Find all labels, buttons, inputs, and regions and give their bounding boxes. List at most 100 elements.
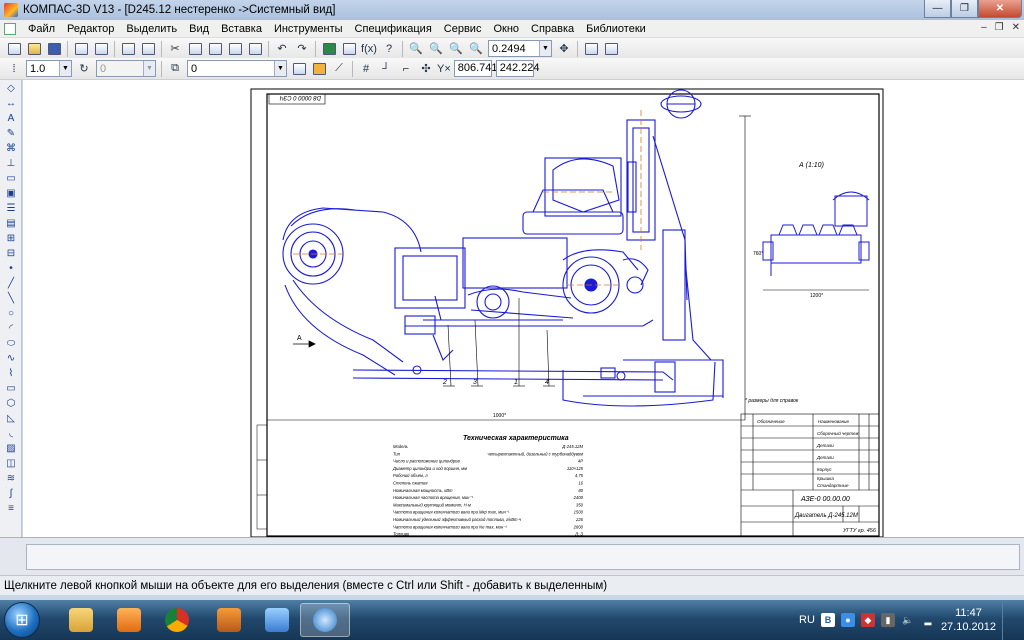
refresh-icon[interactable] xyxy=(602,40,620,58)
zoom-window-icon[interactable]: 🔍 xyxy=(407,40,425,58)
chevron-down-icon[interactable]: ▼ xyxy=(59,61,71,76)
doc-restore-button[interactable]: ❐ xyxy=(995,22,1004,33)
function-icon[interactable]: f(x) xyxy=(360,40,378,58)
new-file-icon[interactable] xyxy=(5,40,23,58)
task-app[interactable] xyxy=(204,603,254,637)
calculator-icon[interactable] xyxy=(340,40,358,58)
drawing-canvas[interactable]: D8 0000 0 CЗЧ 1000* 760* 2 3 1 4 А А (1:… xyxy=(23,80,1024,537)
chevron-down-icon[interactable]: ▼ xyxy=(274,61,286,76)
task-chrome[interactable] xyxy=(152,603,202,637)
step-combo[interactable]: 0 ▼ xyxy=(96,60,156,77)
designations-icon[interactable]: A xyxy=(2,111,20,125)
menu-view[interactable]: Вид xyxy=(183,23,215,35)
copy-icon[interactable] xyxy=(186,40,204,58)
minimize-button[interactable]: — xyxy=(924,0,951,18)
associative-view-icon[interactable]: ▣ xyxy=(2,186,20,200)
polyline-icon[interactable]: ⌇ xyxy=(2,366,20,380)
show-all-icon[interactable] xyxy=(582,40,600,58)
task-media-player[interactable] xyxy=(104,603,154,637)
save-icon[interactable] xyxy=(45,40,63,58)
property-panel-content[interactable] xyxy=(26,544,1020,570)
menu-editor[interactable]: Редактор xyxy=(61,23,120,35)
open-file-icon[interactable] xyxy=(25,40,43,58)
segment-icon[interactable]: ╲ xyxy=(2,291,20,305)
macro-icon[interactable]: ⊟ xyxy=(2,246,20,260)
chevron-down-icon[interactable]: ▼ xyxy=(539,41,551,56)
cut-icon[interactable]: ✂ xyxy=(166,40,184,58)
line-scale-combo[interactable]: 1.0 ▼ xyxy=(26,60,72,77)
layer-state-icon[interactable] xyxy=(290,60,308,78)
task-kompas[interactable] xyxy=(300,603,350,637)
signal-icon[interactable]: ▂ xyxy=(921,613,935,627)
task-paint[interactable] xyxy=(252,603,302,637)
properties-icon[interactable] xyxy=(226,40,244,58)
help-pointer-icon[interactable]: ? xyxy=(380,40,398,58)
local-cs-icon[interactable]: ┘ xyxy=(377,60,395,78)
clock[interactable]: 11:47 27.10.2012 xyxy=(941,606,996,634)
select-icon[interactable]: ▭ xyxy=(2,171,20,185)
layers-icon[interactable]: ⧉ xyxy=(166,60,184,78)
doc-close-button[interactable]: ✕ xyxy=(1012,22,1020,33)
parametrization-icon[interactable]: ⌘ xyxy=(2,141,20,155)
antivirus-icon[interactable]: ◆ xyxy=(860,613,875,627)
chevron-down-icon[interactable]: ▼ xyxy=(143,61,155,76)
dimensions-icon[interactable]: ↔ xyxy=(2,96,20,110)
circle-icon[interactable]: ○ xyxy=(2,306,20,320)
network-app-icon[interactable]: ● xyxy=(840,613,855,627)
ortho-icon[interactable]: ⌐ xyxy=(397,60,415,78)
reports-icon[interactable]: ▤ xyxy=(2,216,20,230)
mline-icon[interactable]: ≡ xyxy=(2,501,20,515)
geometry-icon[interactable]: ◇ xyxy=(2,81,20,95)
pan-icon[interactable]: ✥ xyxy=(555,40,573,58)
equidistant-icon[interactable]: ≋ xyxy=(2,471,20,485)
usb-icon[interactable]: ▮ xyxy=(880,613,895,627)
measure-icon[interactable]: ⊥ xyxy=(2,156,20,170)
menu-file[interactable]: Файл xyxy=(22,23,61,35)
menu-service[interactable]: Сервис xyxy=(438,23,488,35)
volume-icon[interactable]: 🔈 xyxy=(901,613,915,627)
ellipse-icon[interactable]: ⬭ xyxy=(2,336,20,350)
hatch-icon[interactable]: ▨ xyxy=(2,441,20,455)
bezier-icon[interactable]: ∫ xyxy=(2,486,20,500)
maximize-button[interactable]: ❐ xyxy=(951,0,978,18)
close-button[interactable]: ✕ xyxy=(978,0,1022,18)
snaps-icon[interactable]: ✣ xyxy=(417,60,435,78)
variables-icon[interactable] xyxy=(320,40,338,58)
zoom-out-icon[interactable]: 🔍 xyxy=(447,40,465,58)
fillet-icon[interactable]: ◟ xyxy=(2,426,20,440)
menu-help[interactable]: Справка xyxy=(525,23,580,35)
snap-icon[interactable] xyxy=(310,60,328,78)
manager-icon[interactable] xyxy=(119,40,137,58)
grid-icon[interactable]: # xyxy=(357,60,375,78)
coord-x-field[interactable]: 806.741 xyxy=(453,60,498,77)
format-icon[interactable] xyxy=(246,40,264,58)
auxiliary-line-icon[interactable]: ╱ xyxy=(2,276,20,290)
arc-icon[interactable]: ◜ xyxy=(2,321,20,335)
task-explorer[interactable] xyxy=(56,603,106,637)
preview-icon[interactable] xyxy=(92,40,110,58)
engine-drawing[interactable]: D8 0000 0 CЗЧ 1000* 760* 2 3 1 4 А А (1:… xyxy=(23,80,1024,537)
zoom-combo[interactable]: 0.2494 ▼ xyxy=(488,40,552,57)
menu-insert[interactable]: Вставка xyxy=(215,23,268,35)
spline-icon[interactable]: ∿ xyxy=(2,351,20,365)
style-icon[interactable]: ⟋ xyxy=(330,60,348,78)
menu-specification[interactable]: Спецификация xyxy=(349,23,438,35)
print-icon[interactable] xyxy=(72,40,90,58)
contour-icon[interactable]: ◫ xyxy=(2,456,20,470)
menu-window[interactable]: Окно xyxy=(487,23,525,35)
menu-tools[interactable]: Инструменты xyxy=(268,23,349,35)
layer-combo[interactable]: 0 ▼ xyxy=(187,60,287,77)
polygon-icon[interactable]: ⬡ xyxy=(2,396,20,410)
zoom-in-icon[interactable]: 🔍 xyxy=(427,40,445,58)
point-icon[interactable]: • xyxy=(2,261,20,275)
menu-select[interactable]: Выделить xyxy=(120,23,183,35)
rectangle-icon[interactable]: ▭ xyxy=(2,381,20,395)
library-icon[interactable] xyxy=(139,40,157,58)
redo-icon[interactable]: ↷ xyxy=(293,40,311,58)
editing-icon[interactable]: ✎ xyxy=(2,126,20,140)
undo-icon[interactable]: ↶ xyxy=(273,40,291,58)
start-button[interactable]: ⊞ xyxy=(4,602,40,638)
language-indicator[interactable]: RU xyxy=(799,614,815,626)
chamfer-icon[interactable]: ◺ xyxy=(2,411,20,425)
show-desktop-button[interactable] xyxy=(1002,600,1014,640)
